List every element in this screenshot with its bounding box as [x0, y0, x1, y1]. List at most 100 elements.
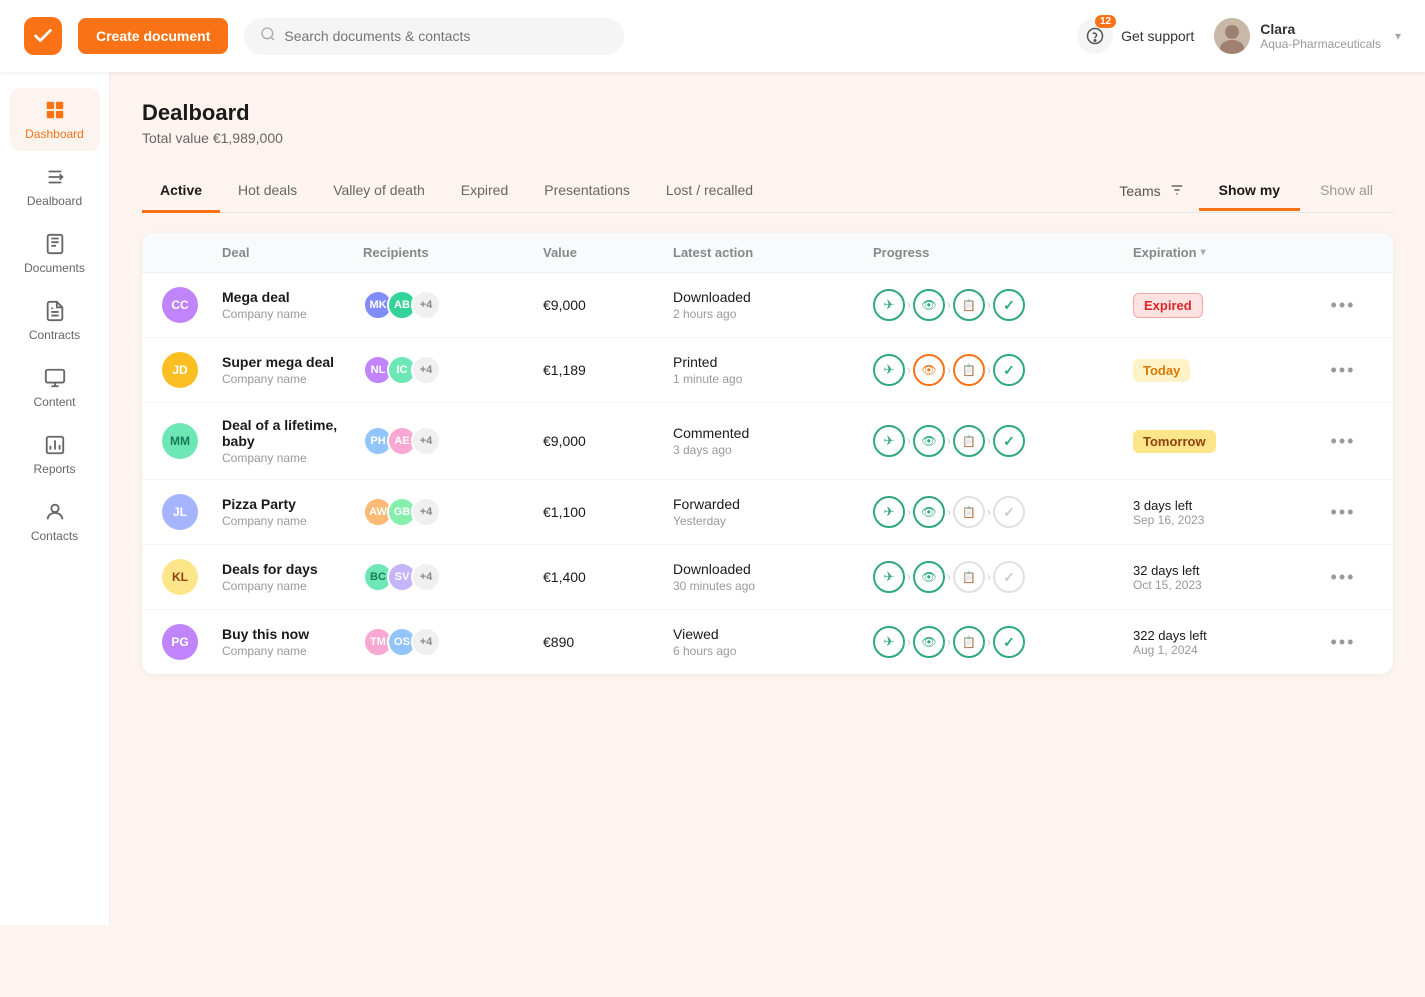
chevron-down-icon: ▾ [1395, 29, 1401, 43]
step-sign: 📋 [953, 626, 985, 658]
step-view: 👁 [913, 561, 945, 593]
recipients-col: NL IC +4 [363, 355, 543, 385]
sidebar-item-content[interactable]: Content [10, 356, 100, 419]
recipient-more: +4 [411, 627, 441, 657]
tab-lost[interactable]: Lost / recalled [648, 170, 771, 213]
contacts-icon [43, 500, 67, 524]
documents-icon [43, 232, 67, 256]
sidebar-item-dealboard[interactable]: Dealboard [10, 155, 100, 218]
sidebar-item-reports[interactable]: Reports [10, 423, 100, 486]
sidebar-item-dashboard[interactable]: Dashboard [10, 88, 100, 151]
contracts-icon [43, 299, 67, 323]
show-my-button[interactable]: Show my [1199, 172, 1300, 211]
user-menu[interactable]: Clara Aqua-Pharmaceuticals ▾ [1214, 18, 1401, 54]
recipient-more: +4 [411, 290, 441, 320]
deal-avatar-col: MM [162, 423, 222, 459]
deal-name: Pizza Party [222, 496, 363, 512]
value-col: €1,189 [543, 362, 673, 378]
step-complete: ✓ [993, 496, 1025, 528]
view-toggle: Show my Show all [1199, 172, 1393, 210]
deal-info-col: Deal of a lifetime, baby Company name [222, 417, 363, 465]
deals-table: Deal Recipients Value Latest action Prog… [142, 233, 1393, 674]
sidebar-item-label: Documents [24, 261, 85, 275]
user-company: Aqua-Pharmaceuticals [1260, 37, 1381, 51]
create-document-button[interactable]: Create document [78, 18, 228, 54]
topbar: Create document 12 Get support Clara Aqu… [0, 0, 1425, 72]
teams-filter[interactable]: Teams [1105, 174, 1198, 209]
row-more-button[interactable]: ••• [1313, 431, 1373, 452]
progress-col: ✈ › 👁 › 📋 › ✓ [873, 354, 1133, 386]
expiration-date: Sep 16, 2023 [1133, 513, 1313, 527]
recipient-more: +4 [411, 355, 441, 385]
row-more-button[interactable]: ••• [1313, 632, 1373, 653]
col-progress: Progress [873, 245, 1133, 260]
search-input[interactable] [284, 28, 608, 44]
value-col: €9,000 [543, 433, 673, 449]
tab-hot-deals[interactable]: Hot deals [220, 170, 315, 213]
tab-valley-of-death[interactable]: Valley of death [315, 170, 443, 213]
progress-col: ✈ › 👁 › 📋 › ✓ [873, 626, 1133, 658]
col-deal: Deal [222, 245, 363, 260]
value-col: €1,100 [543, 504, 673, 520]
expiration-days: 32 days left [1133, 563, 1313, 578]
recipient-more: +4 [411, 497, 441, 527]
deal-info-col: Super mega deal Company name [222, 354, 363, 386]
tab-presentations[interactable]: Presentations [526, 170, 648, 213]
row-more-button[interactable]: ••• [1313, 295, 1373, 316]
value-col: €890 [543, 634, 673, 650]
action-col: Forwarded Yesterday [673, 496, 873, 528]
deal-avatar: KL [162, 559, 198, 595]
expiration-date: Oct 15, 2023 [1133, 578, 1313, 592]
deal-avatar: MM [162, 423, 198, 459]
step-view: 👁 [913, 496, 945, 528]
row-more-button[interactable]: ••• [1313, 567, 1373, 588]
layout: Dashboard Dealboard Documents Contracts [0, 72, 1425, 925]
recipients-col: TM OS +4 [363, 627, 543, 657]
tab-expired[interactable]: Expired [443, 170, 526, 213]
expiration-col: 322 days left Aug 1, 2024 [1133, 628, 1313, 657]
recipient-more: +4 [411, 426, 441, 456]
deal-company: Company name [222, 579, 363, 593]
tabs-row: Active Hot deals Valley of death Expired… [142, 170, 1393, 213]
sidebar-item-contacts[interactable]: Contacts [10, 490, 100, 553]
show-all-button[interactable]: Show all [1300, 172, 1393, 211]
deal-name: Buy this now [222, 626, 363, 642]
deal-avatar: JL [162, 494, 198, 530]
deal-avatar-col: PG [162, 624, 222, 660]
logo[interactable] [24, 17, 62, 55]
step-send: ✈ [873, 561, 905, 593]
main-content: Dealboard Total value €1,989,000 Active … [110, 72, 1425, 925]
tab-active[interactable]: Active [142, 170, 220, 213]
step-view: 👁 [913, 289, 945, 321]
page-title: Dealboard [142, 100, 1393, 126]
deal-company: Company name [222, 451, 363, 465]
step-complete: ✓ [993, 289, 1025, 321]
get-support-label: Get support [1121, 28, 1194, 44]
step-send: ✈ [873, 496, 905, 528]
row-more-button[interactable]: ••• [1313, 360, 1373, 381]
step-view: 👁 [913, 354, 945, 386]
sidebar-item-documents[interactable]: Documents [10, 222, 100, 285]
sidebar-item-contracts[interactable]: Contracts [10, 289, 100, 352]
action-col: Printed 1 minute ago [673, 354, 873, 386]
recipients-col: MK AB +4 [363, 290, 543, 320]
deal-name: Deals for days [222, 561, 363, 577]
expiration-days: 3 days left [1133, 498, 1313, 513]
support-badge: 12 [1095, 15, 1116, 28]
step-complete: ✓ [993, 561, 1025, 593]
expiration-days: 322 days left [1133, 628, 1313, 643]
deal-company: Company name [222, 644, 363, 658]
table-row: MM Deal of a lifetime, baby Company name… [142, 403, 1393, 480]
expiration-col: Today [1133, 359, 1313, 382]
content-icon [43, 366, 67, 390]
value-col: €1,400 [543, 569, 673, 585]
get-support-button[interactable]: 12 Get support [1077, 18, 1194, 54]
sidebar-item-label: Content [33, 395, 75, 409]
expiration-badge: Today [1133, 359, 1190, 382]
table-row: CC Mega deal Company name MK AB +4 €9,00… [142, 273, 1393, 338]
expiration-date: Aug 1, 2024 [1133, 643, 1313, 657]
step-sign: 📋 [953, 289, 985, 321]
row-more-button[interactable]: ••• [1313, 502, 1373, 523]
col-recipients: Recipients [363, 245, 543, 260]
step-send: ✈ [873, 354, 905, 386]
